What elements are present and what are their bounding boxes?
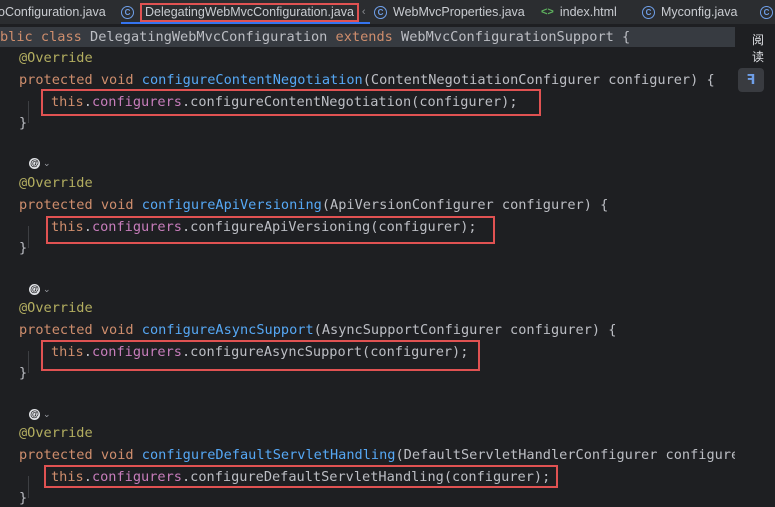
tab-delegating-webmvc-configuration[interactable]: C DelegatingWebMvcConfiguration.java ‹ [121, 0, 370, 24]
class-declaration-line: blic class DelegatingWebMvcConfiguration… [0, 27, 735, 47]
tab-oconfiguration[interactable]: oConfiguration.java [0, 0, 106, 24]
tab-label: WebMvcProperties.java [393, 5, 525, 19]
method-signature-line: protected void configureAsyncSupport(Asy… [19, 320, 616, 340]
chevron-down-icon: ⌄ [43, 283, 51, 294]
annotation-line: @Override [19, 423, 93, 443]
method-name: configureContentNegotiation [141, 72, 363, 88]
annotation-line: @Override [19, 173, 93, 193]
method-name: configureAsyncSupport [141, 322, 314, 338]
keyword: protected void [19, 322, 142, 338]
highlight-box [41, 89, 541, 116]
annotation: @Override [19, 425, 93, 441]
tab-overflow[interactable]: C [760, 0, 775, 24]
reader-mode-icon[interactable]: ꟻ [738, 68, 764, 92]
tab-myconfig[interactable]: C Myconfig.java [642, 0, 737, 24]
brace: } [19, 115, 28, 131]
java-class-icon: C [121, 5, 134, 19]
parent-class: WebMvcConfigurationSupport { [401, 29, 631, 45]
highlight-box [44, 465, 558, 488]
highlight-box [41, 340, 480, 371]
brace: } [19, 365, 28, 381]
override-icon: @ [29, 283, 40, 295]
method-params: (ApiVersionConfigurer configurer) { [321, 197, 609, 213]
code-editor[interactable]: blic class DelegatingWebMvcConfiguration… [0, 25, 735, 507]
chevron-down-icon: ⌄ [43, 157, 51, 168]
method-signature-line: protected void configureContentNegotiati… [19, 70, 715, 90]
html-file-icon: <> [541, 6, 554, 18]
tab-label: Myconfig.java [661, 5, 738, 19]
tab-label: DelegatingWebMvcConfiguration.java [140, 2, 359, 22]
method-name: configureApiVersioning [141, 197, 322, 213]
method-signature-line: protected void configureDefaultServletHa… [19, 445, 735, 465]
right-tool-strip [735, 25, 775, 507]
keyword: protected void [19, 197, 142, 213]
override-icon: @ [29, 157, 40, 169]
indent-guide [28, 351, 29, 373]
override-icon: @ [29, 408, 40, 420]
keyword: blic class [0, 29, 91, 45]
chevron-down-icon: ⌄ [43, 408, 51, 419]
keyword: protected void [19, 447, 142, 463]
method-name: configureDefaultServletHandling [141, 447, 396, 463]
method-params: (ContentNegotiationConfigurer configurer… [362, 72, 715, 88]
brace: } [19, 240, 28, 256]
close-brace: } [19, 238, 27, 258]
tab-index-html[interactable]: <> index.html [541, 0, 617, 24]
close-brace: } [19, 363, 27, 383]
java-class-icon: C [760, 5, 773, 19]
highlight-box [46, 216, 495, 244]
close-brace: } [19, 113, 27, 133]
tab-webmvc-properties[interactable]: C WebMvcProperties.java [374, 0, 525, 24]
reader-mode-label[interactable]: 阅读 [752, 31, 775, 65]
tab-label: index.html [559, 5, 617, 19]
keyword: protected void [19, 72, 142, 88]
method-params: (AsyncSupportConfigurer configurer) { [313, 322, 617, 338]
java-class-icon: C [642, 5, 655, 19]
method-signature-line: protected void configureApiVersioning(Ap… [19, 195, 608, 215]
indent-guide [28, 101, 29, 123]
indent-guide [28, 226, 29, 248]
override-gutter-icon[interactable]: @ ⌄ [29, 156, 51, 170]
editor-tab-bar: oConfiguration.java C DelegatingWebMvcCo… [0, 0, 775, 25]
method-params: (DefaultServletHandlerConfigurer configu… [395, 447, 735, 463]
close-icon[interactable]: ‹ [362, 6, 366, 18]
close-brace: } [19, 488, 27, 507]
keyword: extends [327, 29, 402, 45]
annotation-line: @Override [19, 48, 93, 68]
annotation: @Override [19, 300, 93, 316]
class-name: DelegatingWebMvcConfiguration [90, 29, 328, 45]
override-gutter-icon[interactable]: @ ⌄ [29, 407, 51, 421]
annotation-line: @Override [19, 298, 93, 318]
tab-label: oConfiguration.java [0, 5, 106, 19]
brace: } [19, 490, 28, 506]
annotation: @Override [19, 175, 93, 191]
indent-guide [28, 476, 29, 498]
override-gutter-icon[interactable]: @ ⌄ [29, 282, 51, 296]
annotation: @Override [19, 50, 93, 66]
java-class-icon: C [374, 5, 387, 19]
